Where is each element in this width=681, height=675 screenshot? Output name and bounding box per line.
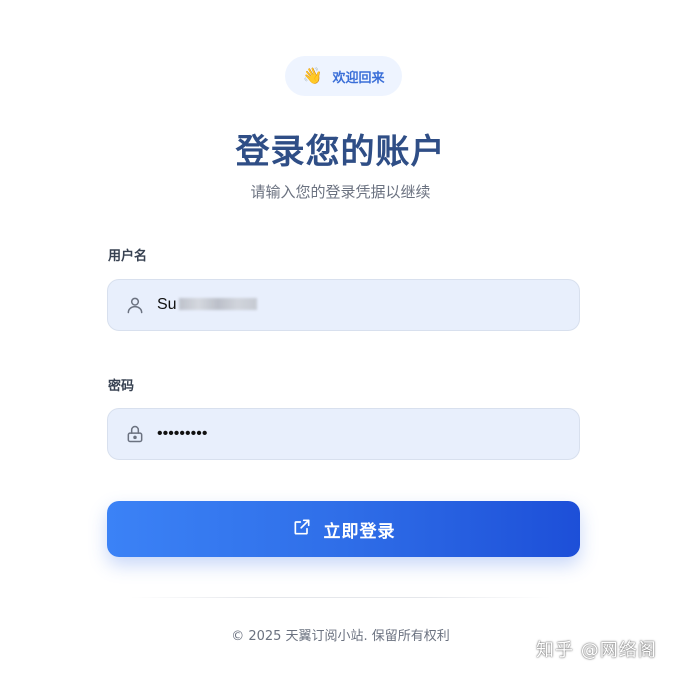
lock-icon (124, 423, 146, 445)
welcome-badge: 👋 欢迎回来 (285, 56, 402, 96)
page-subtitle: 请输入您的登录凭据以继续 (250, 183, 431, 201)
divider (130, 597, 551, 598)
password-label: 密码 (108, 379, 135, 394)
username-field[interactable]: Su (107, 279, 580, 331)
username-label: 用户名 (108, 249, 148, 264)
username-input[interactable]: Su (157, 296, 557, 314)
welcome-text: 欢迎回来 (332, 70, 385, 86)
password-field[interactable]: ••••••••• (107, 408, 580, 460)
login-button[interactable]: 立即登录 (107, 501, 580, 557)
username-value: Su (157, 296, 177, 313)
page-title: 登录您的账户 (235, 132, 446, 172)
waving-hand-icon: 👋 (302, 66, 323, 85)
watermark: 知乎 @网络阁 (536, 640, 657, 661)
redacted-text (178, 298, 257, 310)
login-button-label: 立即登录 (323, 521, 396, 542)
user-icon (124, 294, 146, 316)
external-link-icon (292, 517, 312, 541)
password-input[interactable]: ••••••••• (157, 425, 557, 443)
